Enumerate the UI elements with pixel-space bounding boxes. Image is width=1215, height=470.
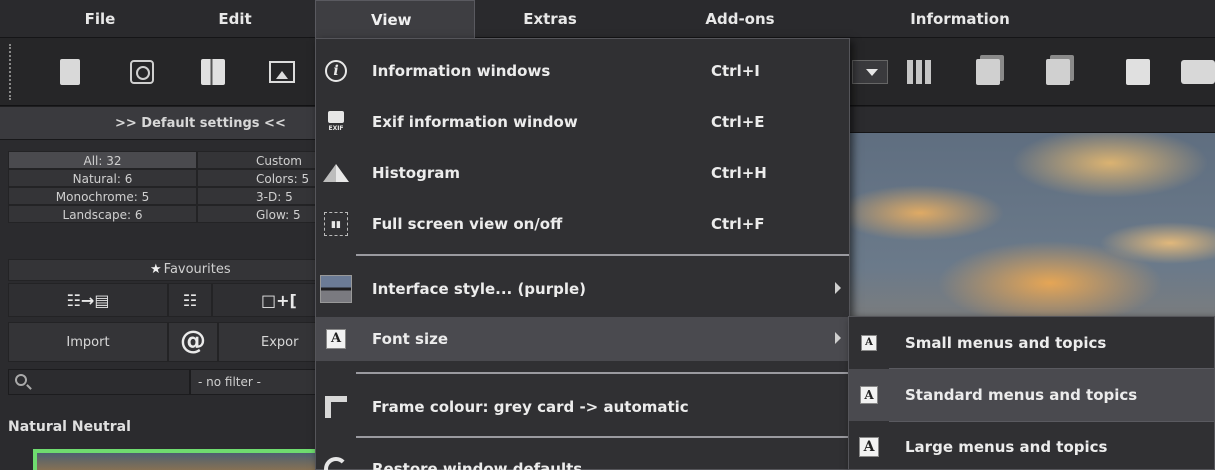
gallery-icon — [269, 61, 295, 83]
layout-button[interactable] — [900, 52, 940, 92]
submenu-item-small[interactable]: A Small menus and topics — [849, 317, 1214, 369]
filter-select[interactable]: - no filter - — [190, 369, 330, 395]
preset-title: Natural Neutral — [8, 419, 131, 435]
menu-item-label: Frame colour: grey card -> automatic — [372, 398, 689, 416]
search-input[interactable] — [8, 369, 190, 395]
submenu-item-label: Small menus and topics — [905, 334, 1107, 352]
font-size-icon: A — [326, 329, 346, 349]
menu-item-shortcut: Ctrl+H — [711, 164, 767, 182]
menu-item-label: Information windows — [372, 62, 551, 80]
email-button[interactable]: @ — [168, 322, 218, 362]
book-button[interactable] — [193, 52, 233, 92]
toolbar-grip[interactable] — [9, 44, 12, 100]
import-export-row: Import @ Expor — [8, 322, 330, 362]
star-icon: ★ — [150, 262, 162, 277]
menu-item-frame-colour[interactable]: Frame colour: grey card -> automatic — [316, 385, 849, 429]
menu-information[interactable]: Information — [895, 0, 1025, 38]
menu-item-label: Restore window defaults — [372, 460, 583, 470]
menu-item-label: Font size — [372, 330, 448, 348]
book-icon — [201, 59, 225, 85]
interface-style-icon — [320, 275, 352, 303]
history-button[interactable] — [122, 52, 162, 92]
submenu-arrow-icon — [835, 282, 841, 294]
export-icon — [1046, 59, 1070, 85]
menu-item-label: Full screen view on/off — [372, 215, 563, 233]
fullscreen-icon: ▮▮ — [324, 212, 348, 236]
app-window: File Edit Extras Add-ons Information >> … — [0, 0, 1215, 470]
menu-separator — [356, 372, 849, 374]
menu-item-exif-window[interactable]: EXIF Exif information window Ctrl+E — [316, 100, 849, 144]
history-icon — [130, 60, 154, 84]
menu-item-restore-defaults[interactable]: Restore window defaults — [316, 447, 849, 470]
menu-file[interactable]: File — [60, 0, 140, 38]
favourites-button[interactable]: ★ Favourites — [8, 259, 330, 281]
menu-item-label: Histogram — [372, 164, 460, 182]
save-icon — [1126, 59, 1150, 85]
presets-panel: >> Default settings << All: 32 Custom Na… — [0, 107, 337, 470]
menu-item-interface-style[interactable]: Interface style... (purple) — [316, 267, 849, 311]
gallery-button[interactable] — [262, 52, 302, 92]
menu-item-shortcut: Ctrl+I — [711, 62, 760, 80]
category-all[interactable]: All: 32 — [8, 151, 197, 169]
search-icon — [15, 374, 27, 386]
submenu-item-label: Standard menus and topics — [905, 386, 1138, 404]
submenu-item-large[interactable]: A Large menus and topics — [849, 421, 1214, 470]
filmstrip-button[interactable] — [1178, 52, 1215, 92]
font-size-submenu: A Small menus and topics A Standard menu… — [848, 316, 1215, 470]
menu-addons[interactable]: Add-ons — [685, 0, 795, 38]
menu-item-shortcut: Ctrl+F — [711, 215, 765, 233]
menu-item-shortcut: Ctrl+E — [711, 113, 765, 131]
menu-item-font-size[interactable]: A Font size — [316, 317, 849, 361]
save-button[interactable] — [1118, 52, 1158, 92]
menu-separator — [356, 254, 849, 256]
restore-icon — [324, 457, 348, 470]
export-presets-button[interactable]: Expor — [218, 322, 330, 362]
layout-icon — [907, 60, 933, 84]
menu-item-fullscreen[interactable]: ▮▮ Full screen view on/off Ctrl+F — [316, 202, 849, 246]
menu-bar: File Edit Extras Add-ons Information — [0, 0, 1215, 38]
font-small-icon: A — [861, 335, 877, 351]
category-monochrome[interactable]: Monochrome: 5 — [8, 187, 197, 205]
new-document-button[interactable] — [50, 52, 90, 92]
toolbar-dropdown[interactable] — [852, 60, 888, 84]
submenu-arrow-icon — [835, 332, 841, 344]
menu-edit[interactable]: Edit — [195, 0, 275, 38]
default-settings-label: >> Default settings << — [115, 116, 286, 131]
grid-to-save-button[interactable]: ☷→▤ — [8, 283, 168, 317]
export-button[interactable] — [1038, 52, 1078, 92]
menu-item-label: Exif information window — [372, 113, 578, 131]
image-header-strip — [850, 107, 1215, 133]
preset-tools-row: ☷→▤ ☷ □+[ — [8, 283, 330, 317]
menu-item-histogram[interactable]: Histogram Ctrl+H — [316, 151, 849, 195]
menu-extras[interactable]: Extras — [495, 0, 605, 38]
histogram-icon — [323, 164, 349, 182]
exif-camera-icon: EXIF — [325, 109, 347, 135]
submenu-item-label: Large menus and topics — [905, 438, 1108, 456]
pages-icon — [976, 59, 1000, 85]
menu-item-label: Interface style... (purple) — [372, 280, 587, 298]
category-grid: All: 32 Custom Natural: 6 Colors: 5 Mono… — [8, 151, 337, 223]
filmstrip-icon — [1181, 60, 1215, 84]
submenu-item-standard[interactable]: A Standard menus and topics — [849, 369, 1214, 421]
import-button[interactable]: Import — [8, 322, 168, 362]
menu-separator — [356, 436, 849, 438]
new-document-icon — [60, 59, 80, 85]
font-standard-icon: A — [860, 386, 878, 404]
view-menu-dropdown: i Information windows Ctrl+I EXIF Exif i… — [315, 38, 850, 470]
grid-tool-button[interactable]: ☷ — [168, 283, 212, 317]
favourites-label: Favourites — [163, 262, 231, 277]
filter-row: - no filter - — [8, 369, 330, 395]
frame-colour-icon — [325, 396, 347, 418]
category-landscape[interactable]: Landscape: 6 — [8, 205, 197, 223]
default-settings-button[interactable]: >> Default settings << — [0, 107, 330, 140]
category-natural[interactable]: Natural: 6 — [8, 169, 197, 187]
pages-button[interactable] — [968, 52, 1008, 92]
font-large-icon: A — [859, 437, 879, 457]
add-preset-button[interactable]: □+[ — [212, 283, 330, 317]
info-icon: i — [325, 60, 347, 82]
preset-thumbnail[interactable] — [33, 449, 330, 470]
menu-view[interactable]: View — [315, 0, 475, 38]
menu-item-information-windows[interactable]: i Information windows Ctrl+I — [316, 49, 849, 93]
